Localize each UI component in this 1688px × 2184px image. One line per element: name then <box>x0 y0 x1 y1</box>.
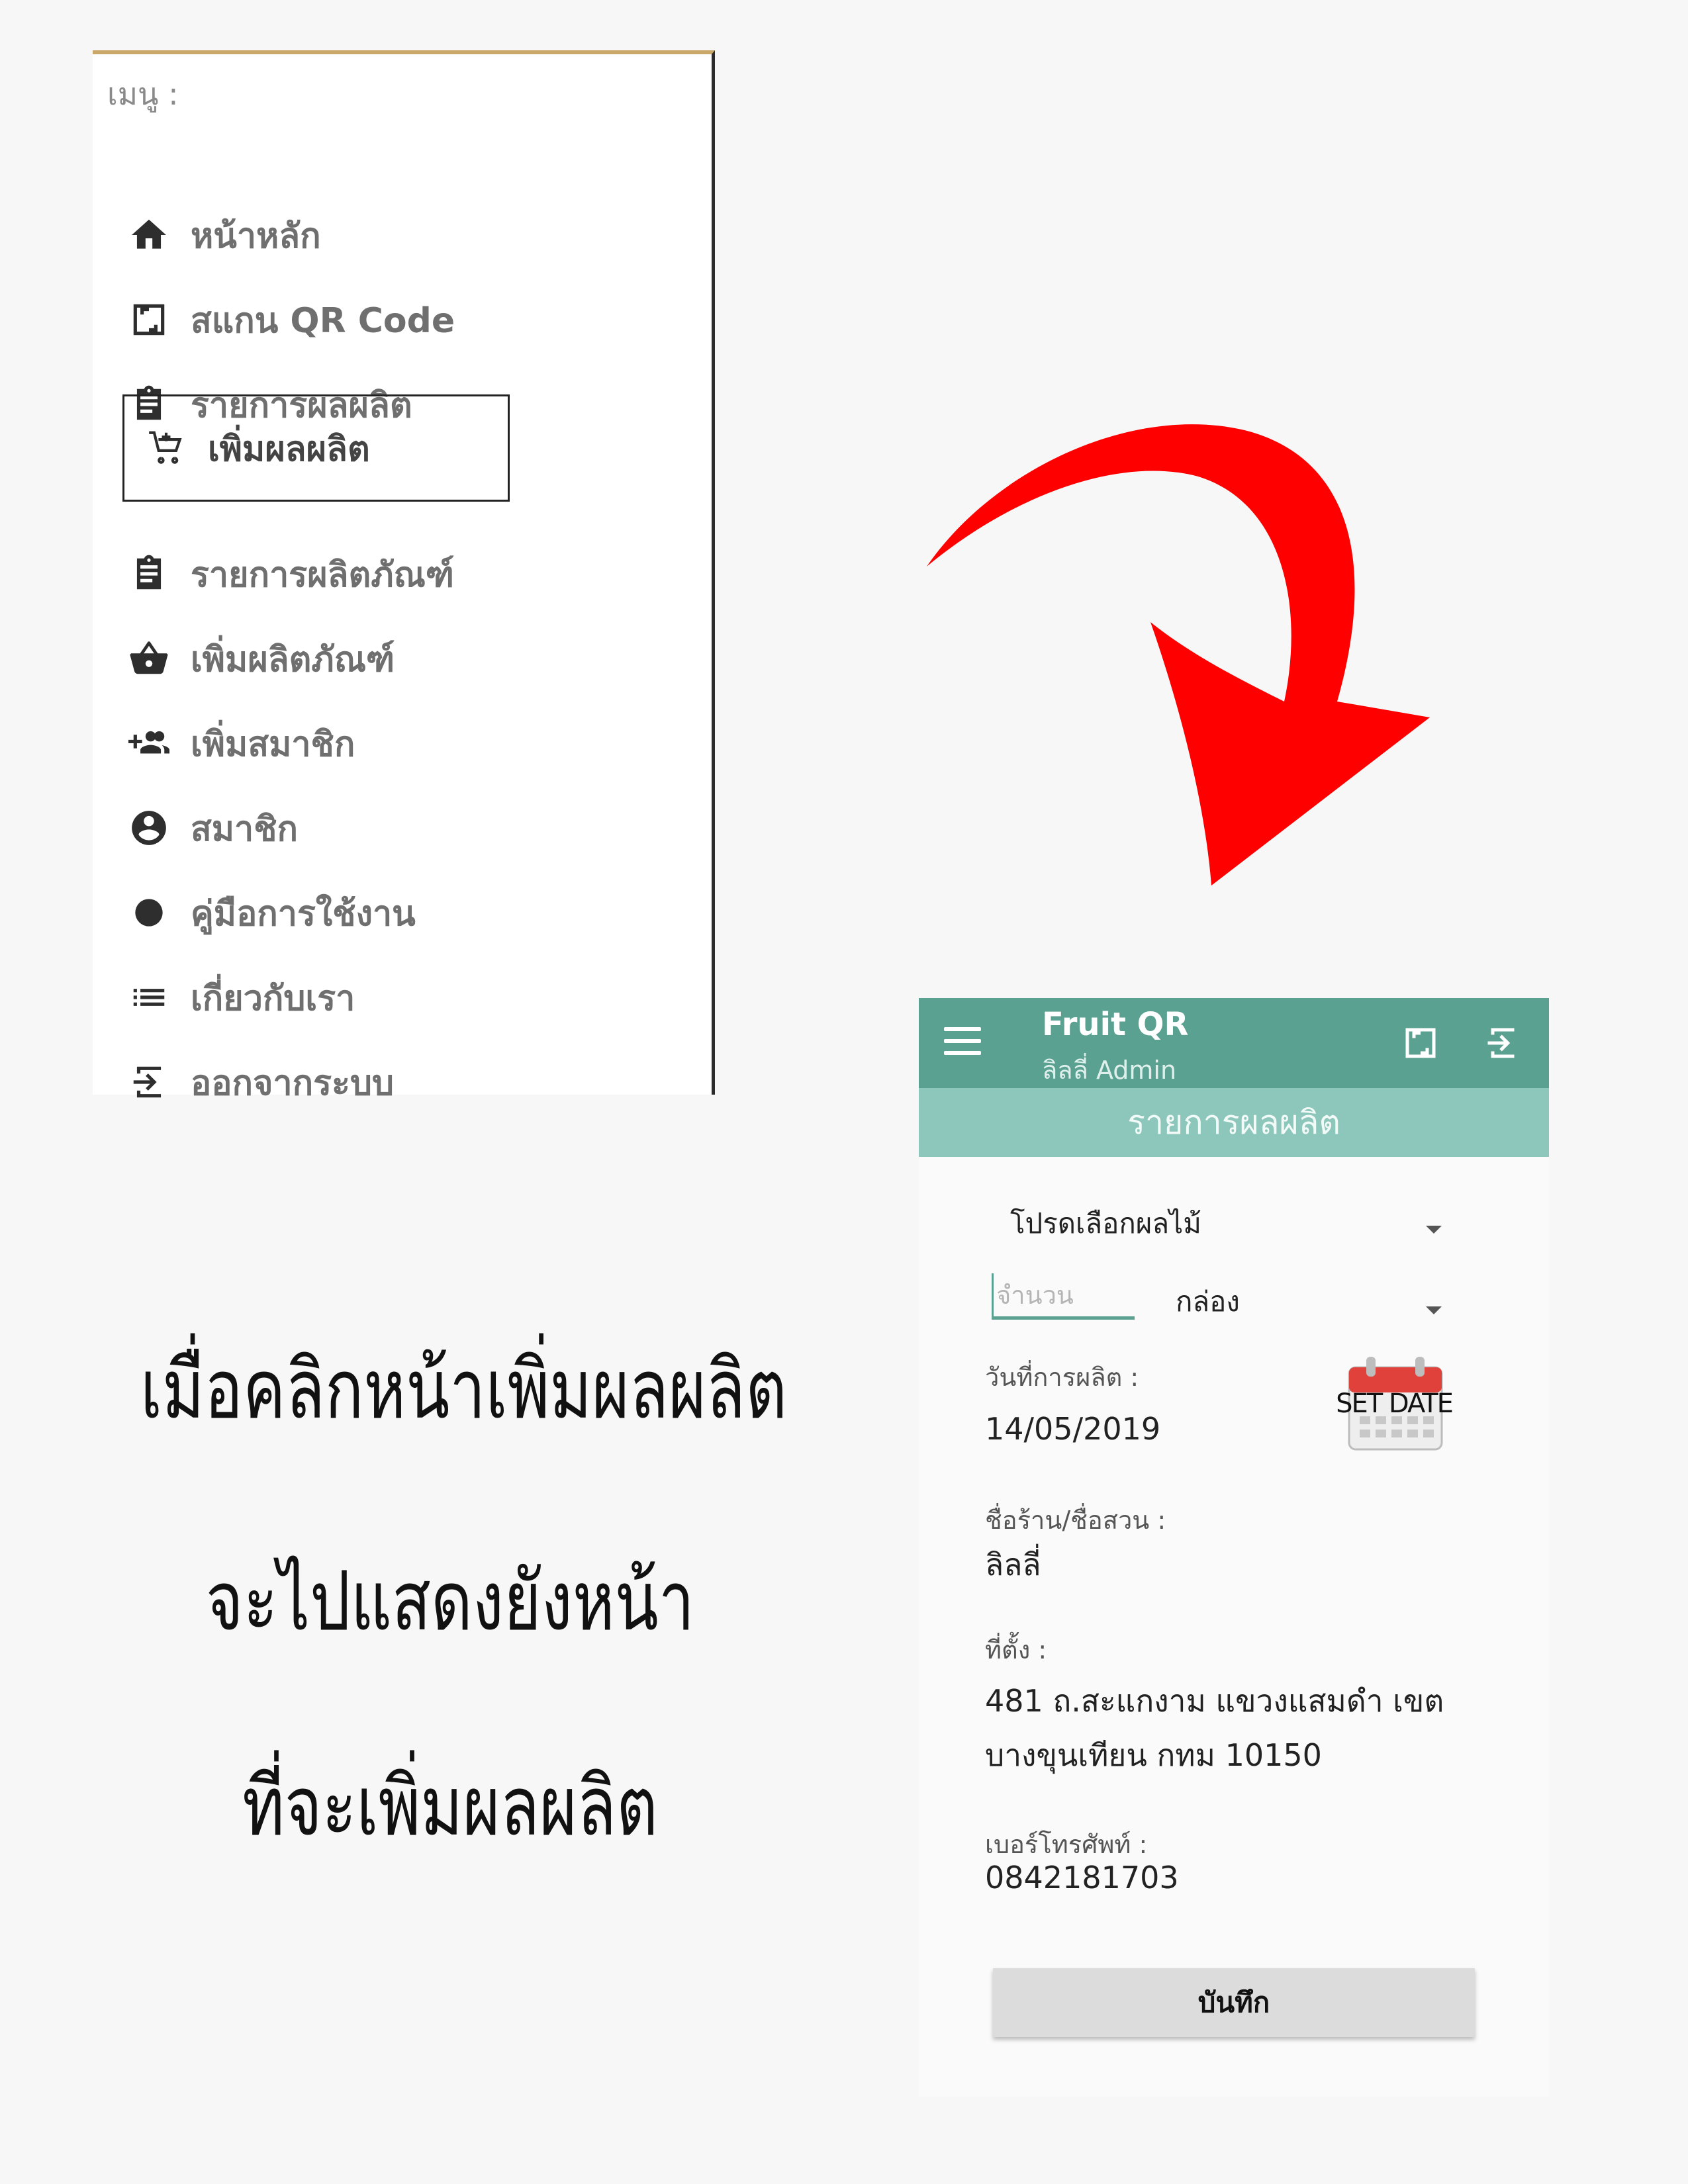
chevron-down-icon[interactable] <box>1426 1306 1442 1314</box>
menu-item-product-list[interactable]: รายการผลิตภัณฑ์ <box>126 537 523 610</box>
caption-line-1: เมื่อคลิกหน้าเพิ่มผลผลิต <box>140 1342 787 1437</box>
production-date-label: วันที่การผลิต : <box>985 1363 1139 1392</box>
menu-item-scan-qr[interactable]: สแกน QR Code <box>126 283 523 356</box>
menu-item-label: เพิ่มผลิตภัณฑ์ <box>191 639 395 680</box>
menu-item-label: คู่มือการใช้งาน <box>191 893 416 934</box>
set-date-label: SET DATE <box>1336 1388 1454 1419</box>
chevron-down-icon[interactable] <box>1426 1226 1442 1234</box>
fruit-select-value: โปรดเลือกผลไม้ <box>1010 1207 1201 1240</box>
group-add-icon <box>126 720 172 766</box>
menu-item-add-member[interactable]: เพิ่มสมาชิก <box>126 707 523 780</box>
add-produce-screen: Fruit QR ลิลลี่ Admin รายการผลผลิต โปรดเ… <box>919 998 1549 2097</box>
menu-item-label: สแกน QR Code <box>191 300 455 341</box>
menu-item-label: สมาชิก <box>191 809 298 849</box>
menu-item-label: เพิ่มสมาชิก <box>191 724 355 764</box>
app-subtitle: ลิลลี่ Admin <box>1042 1056 1177 1085</box>
add-cart-icon <box>143 425 189 471</box>
menu-item-label: รายการผลิตภัณฑ์ <box>191 555 454 595</box>
scan-icon <box>126 296 172 343</box>
address-line-2: บางขุนเทียน กทม 10150 <box>985 1737 1322 1773</box>
section-title: รายการผลผลิต <box>919 1088 1549 1157</box>
save-button[interactable]: บันทึก <box>993 1968 1475 2037</box>
menu-item-label: ออกจากระบบ <box>191 1063 394 1103</box>
menu-item-label: เกี่ยวกับเรา <box>191 978 355 1019</box>
curved-arrow-icon <box>927 424 1430 886</box>
shop-name-value: ลิลลี่ <box>985 1547 1041 1582</box>
quantity-input[interactable] <box>992 1273 1135 1320</box>
list-icon <box>126 974 172 1021</box>
phone-value: 0842181703 <box>985 1860 1179 1895</box>
menu-item-label: เพิ่มผลผลิต <box>208 429 370 469</box>
phone-label: เบอร์โทรศัพท์ : <box>985 1830 1148 1859</box>
caption-line-2: จะไปแสดงยังหน้า <box>205 1554 695 1649</box>
unit-select-value: กล่อง <box>1176 1285 1240 1318</box>
caption-line-3: ที่จะเพิ่มผลผลิต <box>242 1759 658 1854</box>
production-date-value: 14/05/2019 <box>985 1411 1161 1447</box>
menu-item-members[interactable]: สมาชิก <box>126 792 523 864</box>
basket-icon <box>126 635 172 682</box>
menu-item-user-guide[interactable]: คู่มือการใช้งาน <box>126 876 523 949</box>
navigation-drawer: เมนู : หน้าหลัก สแกน QR Code รายการผลผลิ… <box>93 50 715 1103</box>
fruit-select[interactable]: โปรดเลือกผลไม้ <box>1010 1202 1381 1248</box>
shop-name-label: ชื่อร้าน/ชื่อสวน : <box>985 1506 1166 1535</box>
menu-header: เมนู : <box>107 76 179 112</box>
app-title: Fruit QR <box>1042 1006 1189 1043</box>
scan-icon[interactable] <box>1401 1023 1440 1063</box>
menu-icon[interactable] <box>944 1027 981 1056</box>
dot-icon <box>126 889 172 936</box>
logout-icon <box>126 1059 172 1105</box>
account-circle-icon <box>126 805 172 851</box>
address-label: ที่ตั้ง : <box>985 1635 1047 1664</box>
menu-item-logout[interactable]: ออกจากระบบ <box>126 1046 523 1118</box>
menu-item-home[interactable]: หน้าหลัก <box>126 199 523 271</box>
app-bar: Fruit QR ลิลลี่ Admin <box>919 998 1549 1088</box>
menu-item-add-product[interactable]: เพิ่มผลิตภัณฑ์ <box>126 622 523 695</box>
caption: เมื่อคลิกหน้าเพิ่มผลผลิต จะไปแสดงยังหน้า… <box>140 1337 787 1860</box>
address-line-1: 481 ถ.สะแกงาม แขวงแสมดำ เขต <box>985 1683 1444 1719</box>
menu-item-about[interactable]: เกี่ยวกับเรา <box>126 961 523 1034</box>
logout-icon[interactable] <box>1483 1023 1523 1063</box>
unit-select[interactable]: กล่อง <box>1176 1280 1407 1326</box>
clipboard-icon <box>126 551 172 597</box>
home-icon <box>126 212 172 258</box>
menu-item-label: หน้าหลัก <box>191 216 321 256</box>
menu-item-add-produce[interactable]: เพิ่มผลผลิต <box>122 394 510 502</box>
